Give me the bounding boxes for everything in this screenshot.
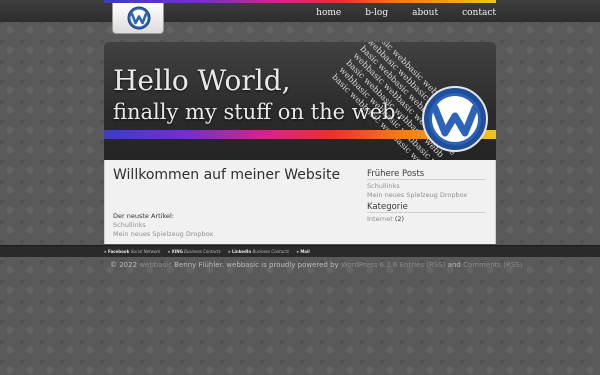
footer-comments-rss-link[interactable]: Comments (RSS) xyxy=(463,261,522,269)
social-link-mail[interactable]: » Mail xyxy=(296,249,309,254)
banner-subheadline: finally my stuff on the web. xyxy=(113,100,403,124)
post-link[interactable]: Mein neues Spielzeug Dropbox xyxy=(367,191,467,199)
footer-site-link[interactable]: webbasic xyxy=(139,261,172,269)
social-link-name: » Mail xyxy=(296,249,310,254)
webbasic-w-logo-icon xyxy=(422,86,488,152)
list-item: Schullinks xyxy=(367,182,485,191)
main-nav: home b-log about contact xyxy=(292,8,496,18)
page-title: Willkommen auf meiner Website xyxy=(113,167,341,183)
header-banner: basic webbasic webbasic web webbasic web… xyxy=(104,42,496,160)
social-links-bar: » Facebook Social Network » XING Busines… xyxy=(0,245,600,257)
footer-credit-text: Benny Flühler. webbasic is proudly power… xyxy=(174,261,339,269)
sidebar: Frühere Posts Schullinks Mein neues Spie… xyxy=(367,169,485,226)
nav-blog[interactable]: b-log xyxy=(341,8,388,18)
social-link-linkedin[interactable]: » LinkedIn Business Contacts xyxy=(228,249,289,254)
webbasic-w-logo-icon xyxy=(127,6,151,30)
footer: © 2022 webbasic Benny Flühler. webbasic … xyxy=(110,261,522,269)
sidebar-heading-posts: Frühere Posts xyxy=(367,169,485,180)
footer-wordpress-link[interactable]: WordPress 6.2.6 xyxy=(341,261,397,269)
footer-entries-rss-link[interactable]: Entries (RSS) xyxy=(400,261,446,269)
social-link-name: » LinkedIn xyxy=(228,249,252,254)
category-count: (2) xyxy=(394,215,405,223)
banner-headline: Hello World, xyxy=(113,64,291,97)
social-link-name: » Facebook xyxy=(104,249,130,254)
latest-article-label: Der neuste Artikel: xyxy=(113,212,174,220)
posts-list: Schullinks Mein neues Spielzeug Dropbox xyxy=(367,182,485,200)
main-content: Willkommen auf meiner Website Der neuste… xyxy=(104,160,496,244)
list-item: Mein neues Spielzeug Dropbox xyxy=(367,191,485,200)
social-link-name: » XING xyxy=(167,249,183,254)
social-link-desc: Business Contacts xyxy=(184,249,221,254)
nav-home[interactable]: home xyxy=(292,8,341,18)
list-item: Internet (2) xyxy=(367,215,485,224)
categories-list: Internet (2) xyxy=(367,215,485,224)
sidebar-heading-categories: Kategorie xyxy=(367,202,485,213)
social-link-facebook[interactable]: » Facebook Social Network xyxy=(104,249,160,254)
site-logo-link[interactable] xyxy=(112,3,164,34)
social-link-xing[interactable]: » XING Business Contacts xyxy=(168,249,221,254)
nav-contact[interactable]: contact xyxy=(438,8,496,18)
social-link-desc: Business Contacts xyxy=(252,249,290,254)
latest-article-link[interactable]: Schullinks xyxy=(113,221,213,230)
category-link[interactable]: Internet xyxy=(367,215,393,223)
latest-article: Der neuste Artikel: Schullinks Mein neue… xyxy=(113,212,213,239)
post-link[interactable]: Schullinks xyxy=(367,182,400,190)
latest-article-link[interactable]: Mein neues Spielzeug Dropbox xyxy=(113,230,213,239)
nav-about[interactable]: about xyxy=(388,8,438,18)
footer-and-text: and xyxy=(447,261,461,269)
footer-copyright: © 2022 xyxy=(110,261,138,269)
social-link-desc: Social Network xyxy=(130,249,161,254)
